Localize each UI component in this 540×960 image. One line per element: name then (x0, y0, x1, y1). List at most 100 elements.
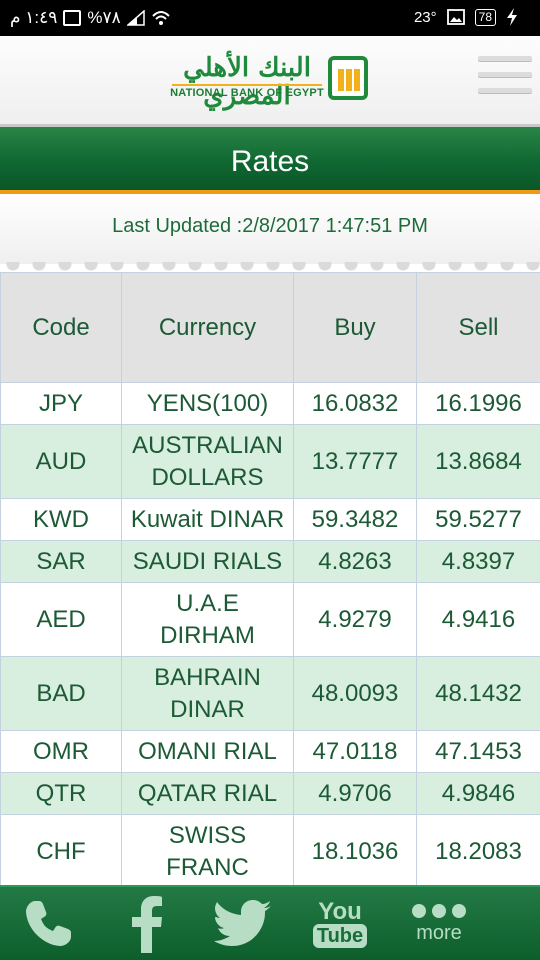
cell-sell: 13.8684 (416, 424, 540, 499)
menu-line-icon (478, 88, 532, 93)
last-updated-bar: Last Updated :2/8/2017 1:47:51 PM (0, 194, 540, 264)
currency-line: BAHRAIN (154, 663, 261, 691)
temperature: 23° (413, 8, 437, 26)
column-header-currency: Currency (121, 272, 294, 383)
cell-code: SAR (0, 540, 122, 583)
status-right: 23° 78 (414, 8, 518, 26)
cell-code: AED (0, 582, 122, 657)
status-bar: ١:٤٩ م %٧٨ 23° 78 (0, 0, 540, 36)
battery-icon (63, 10, 82, 26)
cell-sell: 16.1996 (416, 382, 540, 425)
more-button[interactable]: more (404, 895, 474, 953)
twitter-icon (214, 900, 271, 946)
menu-button[interactable] (478, 56, 532, 102)
cell-buy: 13.7777 (293, 424, 417, 499)
table-row[interactable]: KWD Kuwait DINAR 59.3482 59.5277 (0, 498, 540, 541)
currency-line-2: DIRHAM (160, 621, 255, 649)
rates-table: Code Currency Buy Sell JPY YENS(100) 16.… (0, 272, 540, 889)
bank-logo: البنك الأهلي المصري NATIONAL BANK OF EGY… (170, 53, 370, 111)
twitter-button[interactable] (212, 895, 274, 953)
currency-line-2: FRANC (166, 853, 249, 881)
cell-buy: 59.3482 (293, 498, 417, 541)
menu-line-icon (478, 56, 532, 61)
currency-line: SWISS (168, 821, 247, 849)
logo-english-text: NATIONAL BANK OF EGYPT (170, 87, 324, 99)
cell-buy: 4.8263 (293, 540, 417, 583)
column-header-sell: Sell (416, 272, 540, 383)
table-row[interactable]: QTR QATAR RIAL 4.9706 4.9846 (0, 772, 540, 815)
cell-code: CHF (0, 814, 122, 889)
battery-percent: %٧٨ (87, 8, 121, 27)
currency-line-2: DOLLARS (151, 463, 264, 491)
table-row[interactable]: AUD AUSTRALIAN DOLLARS 13.7777 13.8684 (0, 424, 540, 499)
more-label: more (416, 921, 462, 944)
currency-line: SAUDI RIALS (132, 547, 283, 575)
bottom-nav: You Tube more (0, 885, 540, 960)
page-title: Rates (230, 145, 310, 178)
wifi-icon (152, 11, 170, 25)
scallop-divider (0, 262, 540, 272)
app-header: البنك الأهلي المصري NATIONAL BANK OF EGY… (0, 36, 540, 124)
cell-code: OMR (0, 730, 122, 773)
cell-currency: SWISS FRANC (121, 814, 294, 889)
table-header-row: Code Currency Buy Sell (0, 272, 540, 383)
more-dots-icon (412, 903, 466, 918)
cell-buy: 48.0093 (293, 656, 417, 731)
bank-emblem-icon (328, 56, 368, 100)
cell-code: JPY (0, 382, 122, 425)
title-bar: Rates (0, 124, 540, 194)
battery-level-box: 78 (474, 8, 496, 26)
cell-currency: U.A.E DIRHAM (121, 582, 294, 657)
facebook-icon (132, 896, 162, 953)
cell-sell: 47.1453 (416, 730, 540, 773)
table-row[interactable]: JPY YENS(100) 16.0832 16.1996 (0, 382, 540, 425)
clock: ١:٤٩ م (10, 8, 58, 27)
cell-buy: 4.9279 (293, 582, 417, 657)
cell-currency: QATAR RIAL (121, 772, 294, 815)
table-row[interactable]: AED U.A.E DIRHAM 4.9279 4.9416 (0, 582, 540, 657)
cell-currency: BAHRAIN DINAR (121, 656, 294, 731)
last-updated-text: Last Updated :2/8/2017 1:47:51 PM (112, 215, 428, 237)
cell-sell: 59.5277 (416, 498, 540, 541)
cell-sell: 48.1432 (416, 656, 540, 731)
cell-currency: YENS(100) (121, 382, 294, 425)
table-row[interactable]: CHF SWISS FRANC 18.1036 18.2083 (0, 814, 540, 889)
cell-sell: 4.9846 (416, 772, 540, 815)
charging-icon (507, 8, 517, 26)
logo-divider (172, 84, 322, 86)
status-left: ١:٤٩ م %٧٨ (10, 8, 171, 28)
phone-button[interactable] (18, 895, 78, 953)
column-header-buy: Buy (293, 272, 417, 383)
table-row[interactable]: SAR SAUDI RIALS 4.8263 4.8397 (0, 540, 540, 583)
column-header-code: Code (0, 272, 122, 383)
image-icon (446, 9, 465, 25)
cell-buy: 4.9706 (293, 772, 417, 815)
cell-code: QTR (0, 772, 122, 815)
cell-currency: AUSTRALIAN DOLLARS (121, 424, 294, 499)
facebook-button[interactable] (122, 895, 172, 953)
table-row[interactable]: OMR OMANI RIAL 47.0118 47.1453 (0, 730, 540, 773)
cell-buy: 47.0118 (293, 730, 417, 773)
signal-icon (126, 10, 145, 26)
cell-currency: Kuwait DINAR (121, 498, 294, 541)
logo-arabic-text: البنك الأهلي المصري (183, 53, 311, 111)
cell-sell: 4.9416 (416, 582, 540, 657)
currency-line: QATAR RIAL (137, 779, 278, 807)
cell-currency: OMANI RIAL (121, 730, 294, 773)
menu-line-icon (478, 72, 532, 77)
currency-line: U.A.E (176, 589, 239, 617)
youtube-button[interactable]: You Tube (308, 895, 372, 953)
cell-code: AUD (0, 424, 122, 499)
cell-currency: SAUDI RIALS (121, 540, 294, 583)
currency-line-2: DINAR (170, 695, 245, 723)
youtube-icon-you: You (318, 898, 362, 925)
cell-code: KWD (0, 498, 122, 541)
cell-buy: 16.0832 (293, 382, 417, 425)
cell-buy: 18.1036 (293, 814, 417, 889)
cell-sell: 4.8397 (416, 540, 540, 583)
currency-line: YENS(100) (146, 389, 269, 417)
phone-icon (26, 901, 71, 946)
table-row[interactable]: BAD BAHRAIN DINAR 48.0093 48.1432 (0, 656, 540, 731)
cell-sell: 18.2083 (416, 814, 540, 889)
youtube-icon-tube: Tube (312, 924, 368, 948)
